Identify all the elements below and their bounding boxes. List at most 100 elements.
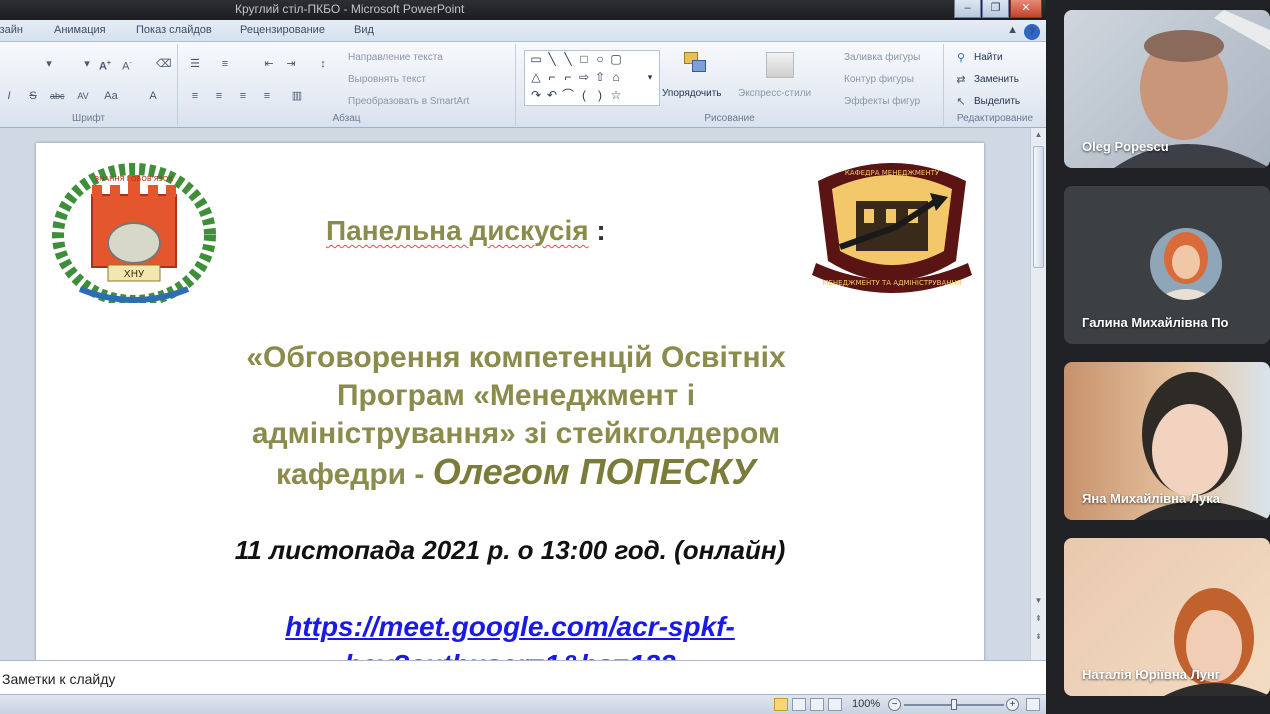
change-case-icon[interactable]: Aa bbox=[104, 90, 118, 102]
callout-shape-icon[interactable]: ↷ bbox=[529, 89, 543, 101]
clear-format-icon[interactable]: ⌫ bbox=[156, 58, 172, 70]
zoom-level[interactable]: 100% bbox=[852, 698, 880, 710]
quick-styles-icon[interactable] bbox=[766, 52, 794, 78]
arrange-button[interactable]: Упорядочить bbox=[662, 88, 722, 99]
connector-shape-icon[interactable]: ⌐ bbox=[561, 71, 575, 83]
logo-right-caption-bottom: МЕНЕДЖМЕНТУ ТА АДМІНІСТРУВАННЯ bbox=[822, 279, 961, 287]
find-button[interactable]: Найти bbox=[974, 52, 1003, 63]
shape-fill-button[interactable]: Заливка фигуры bbox=[844, 52, 920, 63]
smartart-button[interactable]: Преобразовать в SmartArt bbox=[348, 96, 469, 107]
scroll-thumb[interactable] bbox=[1033, 146, 1044, 268]
participant-avatar-2 bbox=[1150, 228, 1222, 300]
align-center-icon[interactable]: ≡ bbox=[212, 90, 226, 102]
notes-pane[interactable]: Заметки к слайду bbox=[0, 660, 1046, 694]
tab-review[interactable]: Рецензирование bbox=[240, 24, 325, 36]
triangle-shape-icon[interactable]: △ bbox=[529, 71, 543, 83]
tab-animation[interactable]: Анимация bbox=[54, 24, 106, 36]
italic-icon[interactable]: I bbox=[2, 90, 16, 102]
slide-editing-area[interactable]: ХНУ ЗНАННЯ І ОБОВ'ЯЗОК КАФЕДРА МЕНЕДЖМЕН… bbox=[0, 128, 1030, 663]
participant-tile-3[interactable]: Яна Михайлівна Лука bbox=[1064, 362, 1270, 520]
reading-view-icon[interactable] bbox=[810, 698, 824, 711]
decrease-indent-icon[interactable]: ⇤ bbox=[262, 58, 276, 70]
participant-name-4: Наталія Юріївна Лунг bbox=[1082, 667, 1221, 682]
tab-slideshow[interactable]: Показ слайдов bbox=[136, 24, 212, 36]
notes-placeholder[interactable]: Заметки к слайду bbox=[2, 671, 115, 687]
align-text-button[interactable]: Выровнять текст bbox=[348, 74, 426, 85]
title-bar: Круглий стіл-ПКБО - Microsoft PowerPoint… bbox=[0, 0, 1046, 20]
zoom-out-icon[interactable]: − bbox=[888, 698, 901, 711]
quick-styles-button[interactable]: Экспресс-стили bbox=[738, 88, 811, 99]
shape-outline-button[interactable]: Контур фигуры bbox=[844, 74, 914, 85]
participant-tile-4[interactable]: Наталія Юріївна Лунг bbox=[1064, 538, 1270, 696]
connector-shape-icon[interactable]: ⌐ bbox=[545, 71, 559, 83]
topic-line-4-prefix: кафедри - bbox=[276, 458, 425, 491]
shrink-font-icon[interactable]: A- bbox=[120, 58, 134, 73]
participant-name-1: Oleg Popescu bbox=[1082, 139, 1169, 154]
numbering-icon[interactable]: ≡ bbox=[218, 58, 232, 70]
up-arrow-shape-icon[interactable]: ⇧ bbox=[593, 71, 607, 83]
participant-tile-1[interactable]: Oleg Popescu bbox=[1064, 10, 1270, 168]
window-title: Круглий стіл-ПКБО - Microsoft PowerPoint bbox=[235, 2, 465, 16]
scroll-down-icon[interactable]: ▼ bbox=[1031, 596, 1046, 605]
slide-sorter-icon[interactable] bbox=[792, 698, 806, 711]
normal-view-icon[interactable] bbox=[774, 698, 788, 711]
chevron-down-icon[interactable]: ▾ bbox=[80, 58, 94, 70]
vertical-scrollbar[interactable]: ▲ ▼ ⇞ ⇟ bbox=[1030, 128, 1046, 660]
arrange-icon[interactable] bbox=[682, 50, 712, 80]
increase-indent-icon[interactable]: ⇥ bbox=[284, 58, 298, 70]
bracket-shape-icon[interactable]: ( bbox=[577, 89, 591, 101]
text-direction-button[interactable]: Направление текста bbox=[348, 52, 443, 63]
line-spacing-icon[interactable]: ↕ bbox=[316, 58, 330, 70]
tab-file[interactable]: Дизайн bbox=[0, 24, 23, 36]
strikethrough-icon[interactable]: S bbox=[26, 90, 40, 102]
justify-icon[interactable]: ≡ bbox=[260, 90, 274, 102]
align-right-icon[interactable]: ≡ bbox=[236, 90, 250, 102]
shapes-gallery[interactable]: ▭ ╲ ╲ □ ○ ▢ △ ⌐ ⌐ ⇨ ⇧ ⌂ ↷ ↶ ⌒ ( ) ☆ ▾ bbox=[524, 50, 660, 106]
next-slide-icon[interactable]: ⇟ bbox=[1031, 632, 1046, 641]
font-size-dropdown-icon[interactable]: ▾ bbox=[42, 58, 56, 70]
arrow-shape-icon[interactable]: ⇨ bbox=[577, 71, 591, 83]
shape-effects-button[interactable]: Эффекты фигур bbox=[844, 96, 920, 107]
slideshow-view-icon[interactable] bbox=[828, 698, 842, 711]
columns-icon[interactable]: ▥ bbox=[290, 90, 304, 102]
zoom-slider-thumb[interactable] bbox=[951, 699, 957, 710]
binoculars-icon: ⚲ bbox=[956, 52, 966, 64]
department-logo: КАФЕДРА МЕНЕДЖМЕНТУ МЕНЕДЖМЕНТУ ТА АДМІН… bbox=[812, 163, 972, 293]
font-color-icon[interactable]: A bbox=[146, 90, 160, 102]
window-controls: – ❐ ✕ bbox=[954, 0, 1042, 18]
curve-shape-icon[interactable]: ⌒ bbox=[561, 89, 575, 101]
scroll-up-icon[interactable]: ▲ bbox=[1031, 130, 1046, 139]
meet-link-line-1[interactable]: https://meet.google.com/acr-spkf- bbox=[96, 611, 924, 643]
grow-font-icon[interactable]: A+ bbox=[98, 58, 112, 73]
close-button[interactable]: ✕ bbox=[1010, 0, 1042, 18]
select-icon: ↖ bbox=[956, 96, 966, 108]
align-left-icon[interactable]: ≡ bbox=[188, 90, 202, 102]
slide-topic: «Обговорення компетенцій Освітніх Програ… bbox=[136, 339, 896, 494]
strike-abc-icon[interactable]: abc bbox=[50, 90, 65, 102]
curve-shape-icon[interactable]: ↶ bbox=[545, 89, 559, 101]
bullets-icon[interactable]: ☰ bbox=[188, 58, 202, 70]
zoom-in-icon[interactable]: + bbox=[1006, 698, 1019, 711]
line-shape-icon[interactable]: ╲ bbox=[545, 53, 559, 65]
chevron-up-icon[interactable]: ▲ bbox=[1007, 24, 1018, 36]
rounded-rect-shape-icon[interactable]: ▢ bbox=[609, 53, 623, 65]
slide[interactable]: ХНУ ЗНАННЯ І ОБОВ'ЯЗОК КАФЕДРА МЕНЕДЖМЕН… bbox=[36, 143, 984, 663]
char-spacing-icon[interactable]: AV bbox=[76, 90, 90, 102]
line-shape-icon[interactable]: ╲ bbox=[561, 53, 575, 65]
rectangle-shape-icon[interactable]: □ bbox=[577, 53, 591, 65]
gallery-more-icon[interactable]: ▾ bbox=[643, 71, 657, 83]
minimize-button[interactable]: – bbox=[954, 0, 981, 18]
star-shape-icon[interactable]: ☆ bbox=[609, 89, 623, 101]
fit-to-window-icon[interactable] bbox=[1026, 698, 1040, 711]
oval-shape-icon[interactable]: ○ bbox=[593, 53, 607, 65]
textbox-shape-icon[interactable]: ▭ bbox=[529, 53, 543, 65]
flowchart-shape-icon[interactable]: ⌂ bbox=[609, 71, 623, 83]
maximize-button[interactable]: ❐ bbox=[982, 0, 1009, 18]
replace-button[interactable]: Заменить bbox=[974, 74, 1019, 85]
tab-view[interactable]: Вид bbox=[354, 24, 374, 36]
select-button[interactable]: Выделить bbox=[974, 96, 1020, 107]
bracket-shape-icon[interactable]: ) bbox=[593, 89, 607, 101]
participant-tile-2[interactable]: Галина Михайлівна Пo bbox=[1064, 186, 1270, 344]
help-icon[interactable]: ? bbox=[1024, 24, 1040, 40]
prev-slide-icon[interactable]: ⇞ bbox=[1031, 614, 1046, 623]
